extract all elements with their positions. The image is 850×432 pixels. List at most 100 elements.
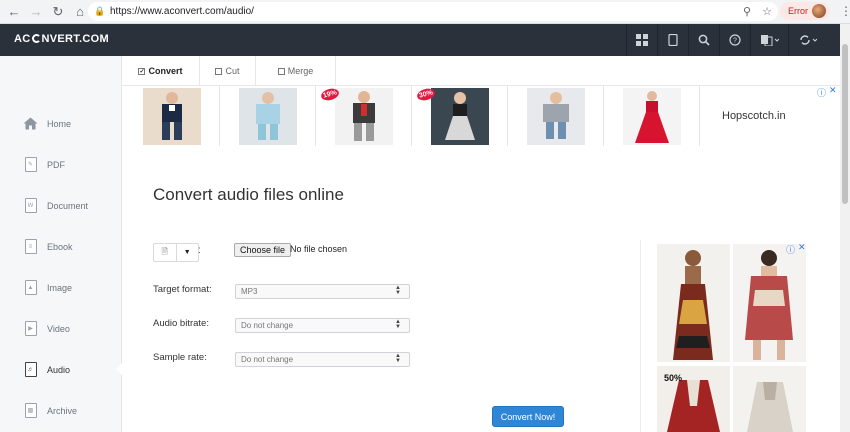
- audio-bitrate-select[interactable]: Do not change ▲ ▼: [235, 318, 410, 333]
- ebook-icon: ≡: [23, 239, 38, 255]
- convert-now-button[interactable]: Convert Now!: [492, 406, 564, 427]
- audio-bitrate-label: Audio bitrate:: [153, 318, 209, 329]
- document-icon: W: [23, 198, 38, 214]
- sidebar-item-pdf[interactable]: ✎ PDF: [0, 144, 122, 185]
- home-icon: [23, 116, 38, 132]
- tool-tabs: ✓ Convert Cut Merge: [122, 56, 840, 86]
- sidebar-item-label: PDF: [47, 159, 65, 170]
- refresh-dropdown-icon[interactable]: [788, 24, 826, 56]
- sidebar-item-archive[interactable]: ▩ Archive: [0, 390, 122, 431]
- checkbox-checked-icon: ✓: [138, 67, 146, 75]
- site-header: AC NVERT.COM ?: [0, 24, 840, 56]
- error-label: Error: [788, 6, 808, 16]
- ad-banner[interactable]: 19% 30%: [124, 86, 700, 148]
- ad-product[interactable]: [124, 86, 220, 146]
- menu-dots-icon[interactable]: ⋮: [840, 4, 850, 18]
- help-icon[interactable]: ?: [719, 24, 750, 56]
- ad-product[interactable]: 30%: [412, 86, 508, 146]
- bookmark-star-icon[interactable]: ☆: [760, 5, 774, 18]
- grid-icon[interactable]: [626, 24, 657, 56]
- lock-icon: 🔒: [94, 6, 106, 16]
- ad-product[interactable]: [220, 86, 316, 146]
- ad-product[interactable]: [733, 244, 806, 362]
- tab-merge[interactable]: Merge: [256, 56, 336, 86]
- scrollbar-thumb[interactable]: [842, 44, 848, 204]
- back-icon[interactable]: ←: [3, 1, 25, 23]
- site-logo[interactable]: AC NVERT.COM: [14, 33, 109, 45]
- ad-product[interactable]: [604, 86, 700, 146]
- product-image: [430, 87, 489, 145]
- tab-cut[interactable]: Cut: [200, 56, 256, 86]
- sidebar-item-home[interactable]: Home: [0, 103, 122, 144]
- sidebar-item-label: Image: [47, 282, 73, 293]
- sidebar-item-label: Ebook: [47, 241, 73, 252]
- content-divider: [640, 240, 641, 432]
- product-image: [622, 87, 681, 145]
- sidebar-item-label: Home: [47, 118, 72, 129]
- ad-product[interactable]: [657, 244, 730, 362]
- sidebar-item-label: Video: [47, 323, 70, 334]
- target-format-select[interactable]: MP3 ▲ ▼: [235, 284, 410, 299]
- page-title: Convert audio files online: [153, 185, 344, 204]
- video-icon: ▶: [23, 321, 38, 337]
- product-image: [526, 87, 585, 145]
- sidebar-item-image[interactable]: ▲ Image: [0, 267, 122, 308]
- close-ad-icon[interactable]: ✕: [798, 242, 806, 253]
- language-icon[interactable]: [750, 24, 788, 56]
- sidebar-item-label: Audio: [47, 364, 71, 375]
- product-image: [238, 87, 297, 145]
- file-source-button[interactable]: 🗎 ▼: [153, 243, 199, 262]
- ad-product[interactable]: [508, 86, 604, 146]
- caret-down-icon[interactable]: ▼: [175, 244, 199, 261]
- audio-icon: ♬: [23, 362, 38, 378]
- page-scrollbar[interactable]: [840, 24, 850, 432]
- sample-rate-select[interactable]: Do not change ▲ ▼: [235, 352, 410, 367]
- ad-brand-name[interactable]: Hopscotch.in: [722, 110, 786, 122]
- checkbox-icon: [277, 67, 285, 75]
- sidebar-item-video[interactable]: ▶ Video: [0, 308, 122, 349]
- select-arrows-icon: ▲ ▼: [395, 319, 401, 330]
- product-image: [657, 244, 730, 362]
- browser-toolbar: ← → ↻ ⌂ 🔒 https://www.aconvert.com/audio…: [0, 0, 850, 24]
- archive-icon: ▩: [23, 403, 38, 419]
- ad-product[interactable]: [733, 366, 806, 432]
- address-bar[interactable]: 🔒 https://www.aconvert.com/audio/: [88, 2, 778, 21]
- select-arrows-icon: ▲ ▼: [395, 353, 401, 364]
- product-image: [334, 87, 393, 145]
- adchoices-icon[interactable]: ⓘ: [817, 86, 826, 99]
- sidebar-item-label: Document: [47, 200, 89, 211]
- discount-label: 50%: [664, 373, 683, 383]
- sidebar-item-audio[interactable]: ♬ Audio: [0, 349, 123, 390]
- side-ad[interactable]: 50%: [657, 244, 807, 432]
- ad-product[interactable]: 19%: [316, 86, 412, 146]
- select-arrows-icon: ▲ ▼: [395, 285, 401, 296]
- tab-convert[interactable]: ✓ Convert: [122, 56, 200, 86]
- sample-rate-label: Sample rate:: [153, 352, 207, 363]
- close-ad-icon[interactable]: ✕: [829, 85, 837, 96]
- no-file-text: No file chosen: [290, 244, 348, 254]
- pdf-icon: ✎: [23, 157, 38, 173]
- svg-text:?: ?: [733, 38, 737, 45]
- url-text: https://www.aconvert.com/audio/: [110, 6, 254, 17]
- active-indicator: [116, 362, 123, 376]
- search-icon[interactable]: [688, 24, 719, 56]
- tablet-icon[interactable]: [657, 24, 688, 56]
- adchoices-icon[interactable]: ⓘ: [786, 243, 795, 256]
- product-image: [733, 366, 806, 432]
- forward-icon[interactable]: →: [25, 1, 47, 23]
- logo-ring-icon: [31, 34, 41, 43]
- profile-error-pill[interactable]: Error: [780, 2, 830, 20]
- sidebar-item-ebook[interactable]: ≡ Ebook: [0, 226, 122, 267]
- sidebar: Home ✎ PDF W Document ≡ Ebook ▲ Image ▶ …: [0, 56, 123, 432]
- target-format-label: Target format:: [153, 284, 212, 295]
- reload-icon[interactable]: ↻: [47, 1, 69, 23]
- choose-file-button[interactable]: Choose file: [234, 243, 292, 257]
- product-image: [142, 87, 201, 145]
- checkbox-icon: [215, 67, 223, 75]
- file-icon[interactable]: 🗎: [154, 244, 176, 261]
- image-icon: ▲: [23, 280, 38, 296]
- product-image: [733, 244, 806, 362]
- sidebar-item-label: Archive: [47, 405, 78, 416]
- zoom-icon[interactable]: ⚲: [740, 5, 754, 18]
- sidebar-item-document[interactable]: W Document: [0, 185, 122, 226]
